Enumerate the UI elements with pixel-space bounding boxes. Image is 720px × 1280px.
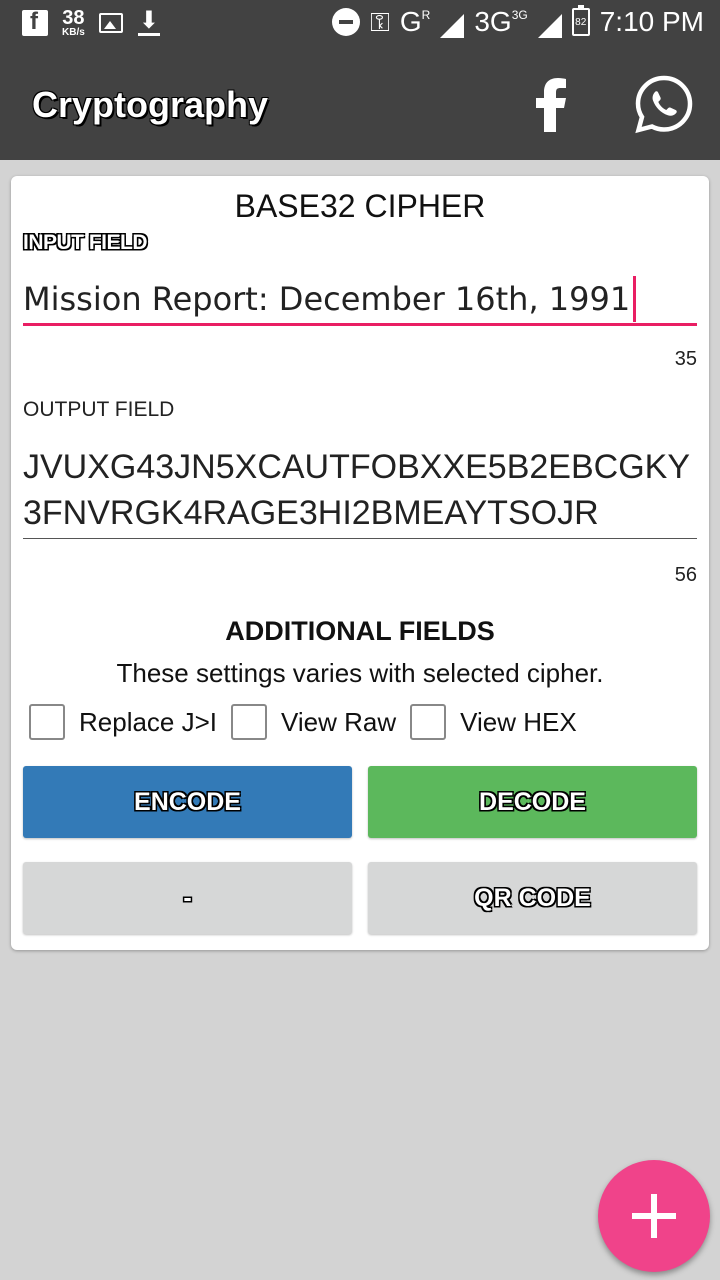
- network-speed-value: 38: [62, 7, 85, 29]
- battery-icon: 82: [571, 5, 590, 36]
- plus-icon: [632, 1194, 676, 1238]
- additional-fields-title: ADDITIONAL FIELDS: [225, 616, 495, 646]
- view-hex-checkbox[interactable]: [410, 704, 447, 740]
- cipher-title: BASE32 CIPHER: [234, 188, 486, 224]
- network-1-label: G: [399, 6, 422, 37]
- text-caret: [633, 275, 637, 322]
- dash-button[interactable]: -: [23, 862, 352, 934]
- app-title: Cryptography: [32, 84, 269, 125]
- input-field-label: INPUT FIELD: [23, 231, 148, 254]
- network-2: 3G 3G: [474, 6, 527, 38]
- facebook-icon[interactable]: [530, 74, 574, 134]
- network-1: GR: [400, 6, 430, 38]
- network-1-sup: R: [421, 8, 431, 22]
- facebook-notification-icon: [22, 8, 48, 36]
- status-bar: 38 KB/s ⚿ GR 3G3G 82 7:10 PM: [0, 0, 720, 50]
- network-2-sup: 3G: [511, 8, 528, 22]
- options-row: Replace J>I View Raw View HEX: [29, 704, 591, 740]
- input-field[interactable]: Mission Report: December 16th, 1991: [23, 274, 697, 326]
- do-not-disturb-icon: [332, 8, 361, 36]
- output-char-count: 56: [674, 564, 697, 586]
- battery-level: 82: [575, 16, 587, 28]
- view-hex-option[interactable]: View HEX: [410, 704, 577, 740]
- signal-icon: [440, 14, 465, 38]
- additional-fields-subtitle: These settings varies with selected ciph…: [116, 658, 604, 688]
- network-speed-unit: KB/s: [62, 27, 85, 38]
- status-time: 7:10 PM: [599, 6, 704, 37]
- cipher-card: BASE32 CIPHER INPUT FIELD Mission Report…: [11, 176, 709, 950]
- encode-button[interactable]: ENCODE: [23, 766, 352, 838]
- output-field[interactable]: JVUXG43JN5XCAUTFOBXXE5B2EBCGKY3FNVRGK4RA…: [23, 444, 697, 539]
- input-field-value: Mission Report: December 16th, 1991: [23, 279, 631, 318]
- decode-button[interactable]: DECODE: [368, 766, 697, 838]
- download-icon: [137, 6, 161, 36]
- view-hex-label: View HEX: [460, 706, 577, 737]
- signal-icon-2: [537, 14, 562, 38]
- view-raw-checkbox[interactable]: [231, 704, 268, 740]
- qr-code-button[interactable]: QR CODE: [368, 862, 697, 934]
- output-field-label: OUTPUT FIELD: [23, 398, 175, 421]
- image-icon: [98, 13, 123, 33]
- network-2-label: 3G: [474, 6, 512, 37]
- add-fab-button[interactable]: [598, 1160, 710, 1272]
- replace-j-i-option[interactable]: Replace J>I: [29, 704, 217, 740]
- input-char-count: 35: [674, 348, 697, 370]
- network-speed: 38 KB/s: [62, 8, 85, 38]
- app-bar: Cryptography: [0, 50, 720, 160]
- whatsapp-icon[interactable]: [634, 74, 694, 134]
- replace-j-i-checkbox[interactable]: [29, 704, 65, 740]
- view-raw-label: View Raw: [281, 706, 397, 737]
- view-raw-option[interactable]: View Raw: [231, 704, 396, 740]
- replace-j-i-label: Replace J>I: [79, 706, 218, 737]
- vpn-key-icon: ⚿: [370, 7, 390, 37]
